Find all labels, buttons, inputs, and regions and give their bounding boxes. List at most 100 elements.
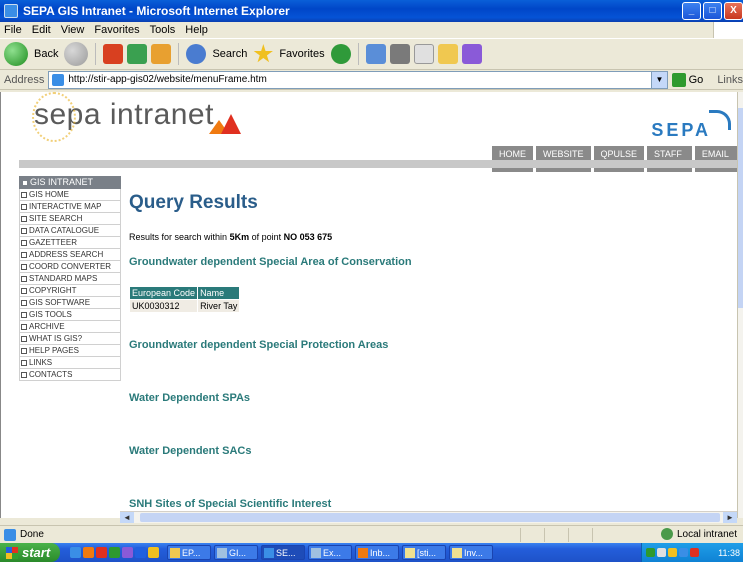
messenger-icon[interactable] (461, 44, 482, 64)
search-icon[interactable] (186, 44, 207, 64)
tray-icon[interactable] (657, 548, 666, 557)
folder-icon[interactable] (437, 44, 458, 64)
ie-quicklaunch-icon[interactable] (70, 547, 81, 558)
nav-email-us[interactable]: EMAIL US (694, 146, 737, 172)
task-button-active[interactable]: SE... (261, 545, 305, 560)
clock[interactable]: 11:38 (718, 548, 740, 558)
side-item-help-pages[interactable]: HELP PAGES (19, 345, 121, 357)
start-button[interactable]: start (0, 543, 60, 562)
column-header: European Code (128, 286, 199, 300)
stop-icon[interactable] (103, 44, 124, 64)
menu-file[interactable]: File (4, 24, 22, 36)
horizontal-scrollbar[interactable]: ◄ ► (120, 511, 737, 523)
chevron-down-icon[interactable]: ▼ (650, 71, 667, 88)
side-item-gazetteer[interactable]: GAZETTEER (19, 237, 121, 249)
print-icon[interactable] (389, 44, 410, 64)
refresh-icon[interactable] (127, 44, 148, 64)
side-item-site-search[interactable]: SITE SEARCH (19, 213, 121, 225)
links-toolbar[interactable]: Links (717, 74, 743, 86)
ie-icon (264, 547, 274, 558)
go-button[interactable]: Go (689, 74, 704, 86)
side-item-coord-converter[interactable]: COORD CONVERTER (19, 261, 121, 273)
home-icon[interactable] (151, 44, 172, 64)
address-bar: Address http://stir-app-gis02/website/me… (0, 70, 743, 90)
mail-icon (452, 547, 462, 558)
minimize-button[interactable]: _ (682, 2, 701, 20)
task-label: Ex... (323, 547, 342, 558)
checkbox-icon (21, 335, 27, 342)
task-button[interactable]: Ex... (308, 545, 352, 560)
search-point: NO 053 675 (283, 232, 333, 242)
word-quicklaunch-icon[interactable] (135, 547, 146, 558)
forward-arrow-icon[interactable] (64, 42, 89, 66)
go-arrow-icon[interactable] (671, 72, 686, 87)
side-item-standard-maps[interactable]: STANDARD MAPS (19, 273, 121, 285)
address-url[interactable]: http://stir-app-gis02/website/menuFrame.… (68, 74, 266, 85)
scroll-thumb[interactable] (140, 513, 720, 522)
column-header: Name (197, 286, 241, 300)
scroll-right-icon[interactable]: ► (723, 512, 737, 523)
outlook-quicklaunch-icon[interactable] (83, 547, 94, 558)
mountain-logo-icon (209, 114, 241, 134)
side-item-contacts[interactable]: CONTACTS (19, 369, 121, 381)
favorites-star-icon[interactable] (253, 44, 273, 63)
mail-icon[interactable] (365, 44, 386, 64)
side-item-data-catalogue[interactable]: DATA CATALOGUE (19, 225, 121, 237)
menu-favorites[interactable]: Favorites (94, 24, 139, 36)
side-item-label: DATA CATALOGUE (29, 225, 100, 235)
side-menu-header-label: GIS INTRANET (30, 177, 94, 187)
menu-help[interactable]: Help (185, 24, 208, 36)
results-prefix: Results for search within (129, 232, 228, 242)
folder-quicklaunch-icon[interactable] (148, 547, 159, 558)
menu-tools[interactable]: Tools (150, 24, 176, 36)
tray-icon[interactable] (646, 548, 655, 557)
edit-icon[interactable] (413, 44, 434, 64)
task-button[interactable]: Inv... (449, 545, 493, 560)
task-button[interactable]: Inb... (355, 545, 399, 560)
nav-website[interactable]: WEBSITE (536, 146, 591, 172)
task-button[interactable]: [sti... (402, 545, 446, 560)
scroll-thumb[interactable] (738, 108, 743, 308)
top-navigation: HOME WEBSITE QPULSE STAFF DIR EMAIL US (492, 146, 737, 172)
side-item-copyright[interactable]: COPYRIGHT (19, 285, 121, 297)
menu-view[interactable]: View (61, 24, 85, 36)
side-item-address-search[interactable]: ADDRESS SEARCH (19, 249, 121, 261)
favorites-button-label[interactable]: Favorites (279, 48, 324, 60)
side-item-gis-tools[interactable]: GIS TOOLS (19, 309, 121, 321)
vertical-scrollbar[interactable] (737, 92, 743, 518)
section-heading-gw-spa: Groundwater dependent Special Protection… (129, 339, 389, 351)
side-item-gis-software[interactable]: GIS SOFTWARE (19, 297, 121, 309)
menu-edit[interactable]: Edit (32, 24, 51, 36)
nav-staff-dir[interactable]: STAFF DIR (647, 146, 692, 172)
scroll-left-icon[interactable]: ◄ (120, 512, 134, 523)
tray-icon[interactable] (668, 548, 677, 557)
nav-stripe (19, 160, 737, 168)
tray-icon[interactable] (690, 548, 699, 557)
close-button[interactable]: X (724, 2, 743, 20)
side-item-gis-home[interactable]: GIS HOME (19, 189, 121, 201)
back-button-label[interactable]: Back (34, 48, 58, 60)
excel-quicklaunch-icon[interactable] (109, 547, 120, 558)
nav-qpulse[interactable]: QPULSE (593, 146, 645, 172)
checkbox-icon (21, 347, 27, 354)
maximize-button[interactable]: □ (703, 2, 722, 20)
site-logo[interactable]: sepa intranet (32, 92, 214, 142)
nav-home[interactable]: HOME (492, 146, 533, 172)
window-icon (217, 547, 227, 558)
side-item-what-is-gis[interactable]: WHAT IS GIS? (19, 333, 121, 345)
history-icon[interactable] (330, 44, 351, 64)
address-input[interactable]: http://stir-app-gis02/website/menuFrame.… (48, 70, 668, 89)
side-item-label: GIS HOME (29, 189, 70, 199)
checkbox-icon (21, 191, 27, 198)
search-button-label[interactable]: Search (212, 48, 247, 60)
app-quicklaunch-icon[interactable] (122, 547, 133, 558)
app-quicklaunch-icon[interactable] (96, 547, 107, 558)
side-item-interactive-map[interactable]: INTERACTIVE MAP (19, 201, 121, 213)
side-item-links[interactable]: LINKS (19, 357, 121, 369)
task-button[interactable]: GI... (214, 545, 258, 560)
tray-icon[interactable] (679, 548, 688, 557)
task-button[interactable]: EP... (167, 545, 211, 560)
back-arrow-icon[interactable] (4, 42, 28, 66)
side-menu-header[interactable]: GIS INTRANET (19, 176, 121, 189)
side-item-archive[interactable]: ARCHIVE (19, 321, 121, 333)
